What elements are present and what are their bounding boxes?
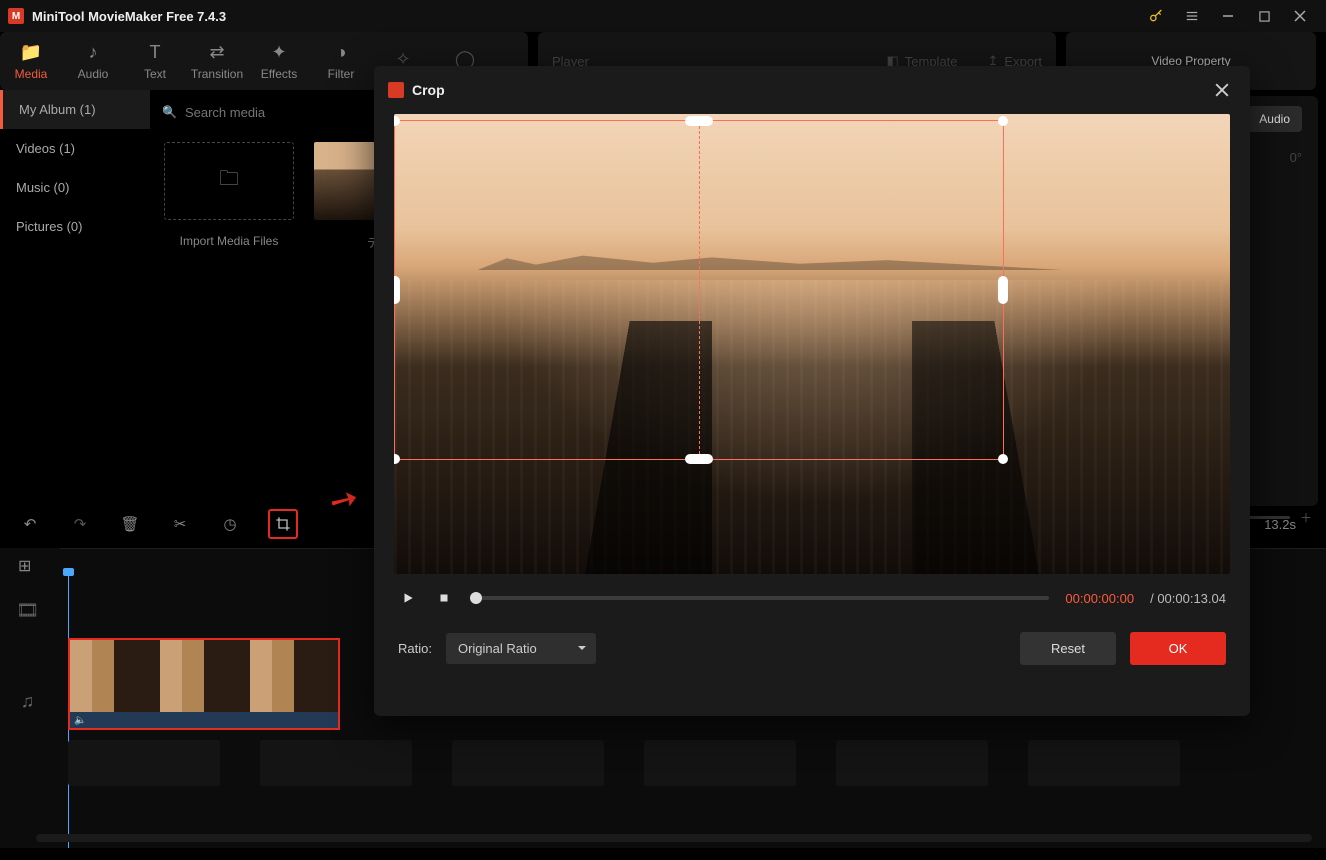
crop-dialog-title: Crop (412, 82, 445, 98)
media-sidebar: My Album (1) Videos (1) Music (0) Pictur… (0, 90, 150, 500)
sidebar-item-videos[interactable]: Videos (1) (0, 129, 150, 168)
timeline-scrollbar[interactable] (36, 834, 1312, 842)
timeline-slot[interactable] (836, 740, 988, 786)
crop-handle-bottom[interactable] (685, 454, 713, 464)
crop-rectangle[interactable] (394, 120, 1004, 460)
timeline-slot[interactable] (452, 740, 604, 786)
audio-track-icon: ♫ (21, 691, 35, 712)
crop-dialog-logo (388, 82, 404, 98)
close-button[interactable] (1282, 0, 1318, 32)
tab-transition[interactable]: ⇄Transition (186, 32, 248, 90)
crop-ok-button[interactable]: OK (1130, 632, 1226, 665)
import-media-card[interactable]: 🗀 Import Media Files (164, 142, 294, 251)
crop-stop-button[interactable] (434, 588, 454, 608)
crop-seek-slider[interactable] (470, 596, 1049, 600)
property-tab-audio[interactable]: Audio (1247, 106, 1302, 132)
minimize-button[interactable] (1210, 0, 1246, 32)
timeline-clip[interactable]: 🔈 (68, 638, 340, 730)
crop-play-button[interactable] (398, 588, 418, 608)
crop-handle-tl[interactable] (394, 116, 400, 126)
timeline-slot[interactable] (1028, 740, 1180, 786)
undo-button[interactable]: ↶ (18, 512, 42, 536)
menu-icon[interactable] (1174, 0, 1210, 32)
app-title: MiniTool MovieMaker Free 7.4.3 (32, 9, 226, 24)
clip-speaker-icon: 🔈 (74, 715, 86, 726)
crop-ratio-select[interactable]: Original Ratio (446, 633, 596, 664)
crop-current-time: 00:00:00:00 (1065, 591, 1134, 606)
crop-preview[interactable] (394, 114, 1230, 574)
maximize-button[interactable] (1246, 0, 1282, 32)
sidebar-item-pictures[interactable]: Pictures (0) (0, 207, 150, 246)
crop-handle-tr[interactable] (998, 116, 1008, 126)
redo-button[interactable]: ↷ (68, 512, 92, 536)
crop-duration: / 00:00:13.04 (1150, 591, 1226, 606)
crop-dialog: Crop 00:00:00:00 / 00:00:13.04 (374, 66, 1250, 716)
tab-media[interactable]: 📁Media (0, 32, 62, 90)
app-logo: M (8, 8, 24, 24)
titlebar: M MiniTool MovieMaker Free 7.4.3 (0, 0, 1326, 32)
timeline-slot[interactable] (260, 740, 412, 786)
crop-reset-button[interactable]: Reset (1020, 632, 1116, 665)
video-track-icon: 🎞 (16, 600, 39, 621)
sidebar-item-music[interactable]: Music (0) (0, 168, 150, 207)
crop-handle-left[interactable] (394, 276, 400, 304)
zoom-in-button[interactable]: ＋ (1300, 509, 1312, 526)
split-button[interactable]: ✂ (168, 512, 192, 536)
tab-text[interactable]: TText (124, 32, 186, 90)
speed-button[interactable]: ◷ (218, 512, 242, 536)
crop-dialog-close-button[interactable] (1208, 76, 1236, 104)
tab-effects[interactable]: ✦Effects (248, 32, 310, 90)
tab-filter[interactable]: ◑Filter (310, 32, 372, 90)
crop-button[interactable] (268, 509, 298, 539)
crop-handle-right[interactable] (998, 276, 1008, 304)
import-media-label: Import Media Files (164, 234, 294, 248)
crop-handle-top[interactable] (685, 116, 713, 126)
crop-ratio-label: Ratio: (398, 641, 432, 656)
search-icon: 🔍 (162, 105, 177, 119)
sidebar-item-my-album[interactable]: My Album (1) (0, 90, 150, 129)
timeline-slot[interactable] (644, 740, 796, 786)
timeline-slot[interactable] (68, 740, 220, 786)
delete-button[interactable]: 🗑 (118, 512, 142, 536)
tab-audio[interactable]: ♪Audio (62, 32, 124, 90)
folder-icon: 🗀 (219, 164, 239, 198)
license-key-icon[interactable] (1138, 0, 1174, 32)
